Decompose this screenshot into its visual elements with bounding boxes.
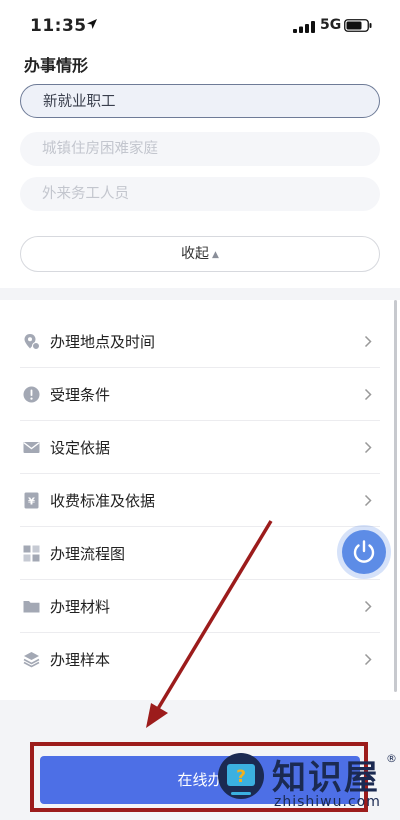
registered-mark: ® [386, 752, 397, 765]
svg-text:?: ? [236, 767, 246, 787]
watermark-text: 知识屋 [272, 758, 380, 798]
watermark-url: zhishiwu.com [274, 794, 381, 810]
watermark: ? 知识屋 ® zhishiwu.com [214, 752, 400, 820]
question-monitor-icon: ? [218, 753, 264, 799]
annotation-arrow [146, 520, 273, 728]
